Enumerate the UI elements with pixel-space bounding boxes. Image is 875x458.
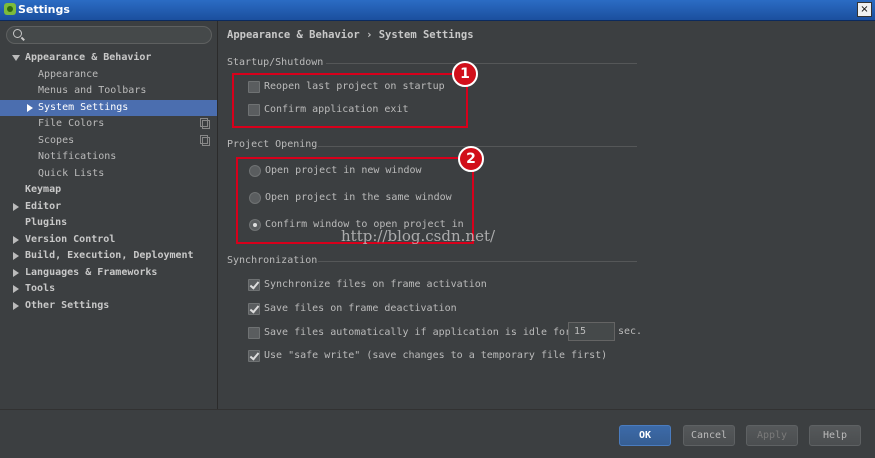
sidebar-item-file-colors[interactable]: File Colors [0,116,217,133]
chevron-right-icon[interactable] [13,252,19,260]
sidebar-item-languages-frameworks[interactable]: Languages & Frameworks [0,265,217,282]
close-button[interactable]: × [857,2,872,17]
cancel-button[interactable]: Cancel [683,425,735,446]
sidebar-item-keymap[interactable]: Keymap [0,182,217,199]
sidebar-item-label: Keymap [25,184,62,195]
annotation-badge-2: 2 [458,146,484,172]
search-input[interactable] [25,28,205,41]
section-title-project-opening: Project Opening [227,139,318,150]
sidebar-item-label: Tools [25,283,56,294]
sidebar-item-label: Menus and Toolbars [38,85,147,96]
sidebar-item-label: Quick Lists [38,167,105,179]
window-title: Settings [18,3,70,16]
sidebar-item-label: Notifications [38,151,117,162]
chevron-right-icon[interactable] [27,103,33,112]
sidebar-item-tools[interactable]: Tools [0,281,217,298]
sidebar-item-appearance-behavior[interactable]: Appearance & Behavior [0,50,217,67]
checkbox-checked[interactable] [248,303,260,315]
sidebar-item-plugins[interactable]: Plugins [0,215,217,232]
chevron-right-icon[interactable] [13,202,19,211]
project-level-icon [200,134,210,146]
chevron-down-icon[interactable] [12,55,20,61]
section-title-synchronization: Synchronization [227,255,318,266]
breadcrumb: Appearance & Behavior › System Settings [227,29,474,41]
sidebar-item-label: Languages & Frameworks [25,266,158,278]
sidebar-item-label: Version Control [25,233,116,245]
settings-tree: Appearance & Behavior Appearance Menus a… [0,50,217,314]
sidebar-item-label: File Colors [38,118,105,129]
sidebar-item-scopes[interactable]: Scopes [0,133,217,150]
project-level-icon [200,118,210,129]
sidebar-item-label: Editor [25,200,62,212]
sidebar-item-label: Other Settings [25,299,110,311]
sidebar-item-notifications[interactable]: Notifications [0,149,217,166]
sidebar-item-editor[interactable]: Editor [0,199,217,216]
chevron-right-icon[interactable] [13,285,19,293]
sidebar-item-appearance[interactable]: Appearance [0,67,217,84]
checkbox-label: Save files on frame deactivation [264,303,457,314]
sidebar-item-label: Scopes [38,134,75,146]
chevron-right-icon[interactable] [13,268,19,277]
sidebar-item-label: Plugins [25,217,68,228]
checkbox-checked[interactable] [248,350,260,362]
settings-sidebar: Appearance & Behavior Appearance Menus a… [0,21,218,409]
checkbox-checked[interactable] [248,279,260,291]
chevron-right-icon[interactable] [13,235,19,244]
section-title-startup: Startup/Shutdown [227,57,324,68]
sidebar-item-label: Appearance [38,68,99,80]
help-button[interactable]: Help [809,425,861,446]
annotation-box-1 [232,73,468,128]
checkbox-label: Use "safe write" (save changes to a temp… [264,350,608,361]
search-icon [13,29,22,38]
button-bar [0,409,875,458]
sidebar-item-label: Appearance & Behavior [25,52,152,63]
sidebar-item-version-control[interactable]: Version Control [0,232,217,249]
apply-button[interactable]: Apply [746,425,798,446]
section-divider [318,261,637,262]
sidebar-item-label: System Settings [38,101,129,113]
annotation-badge-1: 1 [452,61,478,87]
section-divider [326,63,637,64]
android-studio-icon [4,3,16,15]
sidebar-item-other-settings[interactable]: Other Settings [0,298,217,315]
watermark: http://blog.csdn.net/ [341,227,496,245]
window-titlebar: Settings × [0,0,875,21]
chevron-right-icon[interactable] [13,301,19,310]
checkbox-label: Save files automatically if application … [264,327,572,338]
sidebar-item-menus-toolbars[interactable]: Menus and Toolbars [0,83,217,100]
checkbox-label: Synchronize files on frame activation [264,279,487,290]
sidebar-item-quick-lists[interactable]: Quick Lists [0,166,217,183]
checkbox-unchecked[interactable] [248,327,260,339]
sidebar-item-label: Build, Execution, Deployment [25,250,194,261]
idle-unit-label: sec. [618,326,643,337]
sidebar-item-system-settings[interactable]: System Settings [0,99,217,116]
search-box[interactable] [6,26,212,44]
sidebar-item-build-execution-deployment[interactable]: Build, Execution, Deployment [0,248,217,265]
ok-button[interactable]: OK [619,425,671,446]
idle-seconds-input[interactable] [568,322,615,341]
